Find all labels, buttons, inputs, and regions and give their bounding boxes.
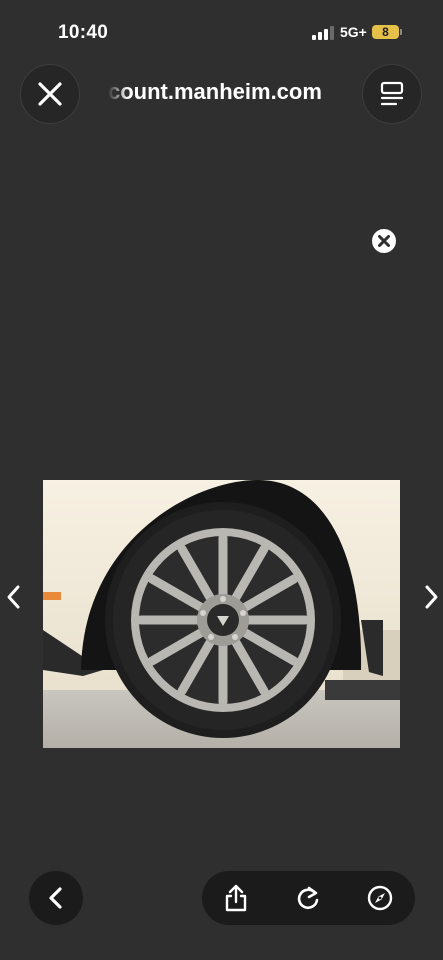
share-button[interactable] [219, 881, 253, 915]
battery-icon: 8 [372, 25, 399, 39]
next-image-button[interactable] [420, 583, 443, 611]
network-type: 5G+ [340, 24, 367, 40]
car-wheel-illustration [43, 480, 400, 748]
compass-icon [367, 885, 393, 911]
signal-strength-icon [312, 26, 334, 40]
status-bar: 10:40 5G+ 8 [0, 0, 443, 62]
previous-image-button[interactable] [2, 583, 26, 611]
battery-level: 8 [382, 25, 389, 39]
action-toolbar [202, 871, 415, 925]
back-icon [49, 887, 62, 909]
chevron-right-icon [425, 585, 438, 609]
compass-button[interactable] [363, 881, 397, 915]
battery-tip [400, 29, 402, 35]
chevron-left-icon [7, 585, 20, 609]
dismiss-circle-icon[interactable] [372, 229, 396, 253]
status-time: 10:40 [58, 22, 109, 43]
reload-button[interactable] [291, 881, 325, 915]
share-icon [225, 884, 247, 912]
url-address[interactable]: count.manheim.com [108, 78, 358, 108]
url-fade [108, 78, 128, 108]
back-button[interactable] [29, 871, 83, 925]
close-icon [38, 82, 62, 106]
reload-icon [297, 886, 319, 910]
reader-view-button[interactable] [362, 64, 422, 124]
car-wheel-photo [43, 480, 400, 748]
reader-view-icon [380, 81, 404, 106]
close-button[interactable] [20, 64, 80, 124]
